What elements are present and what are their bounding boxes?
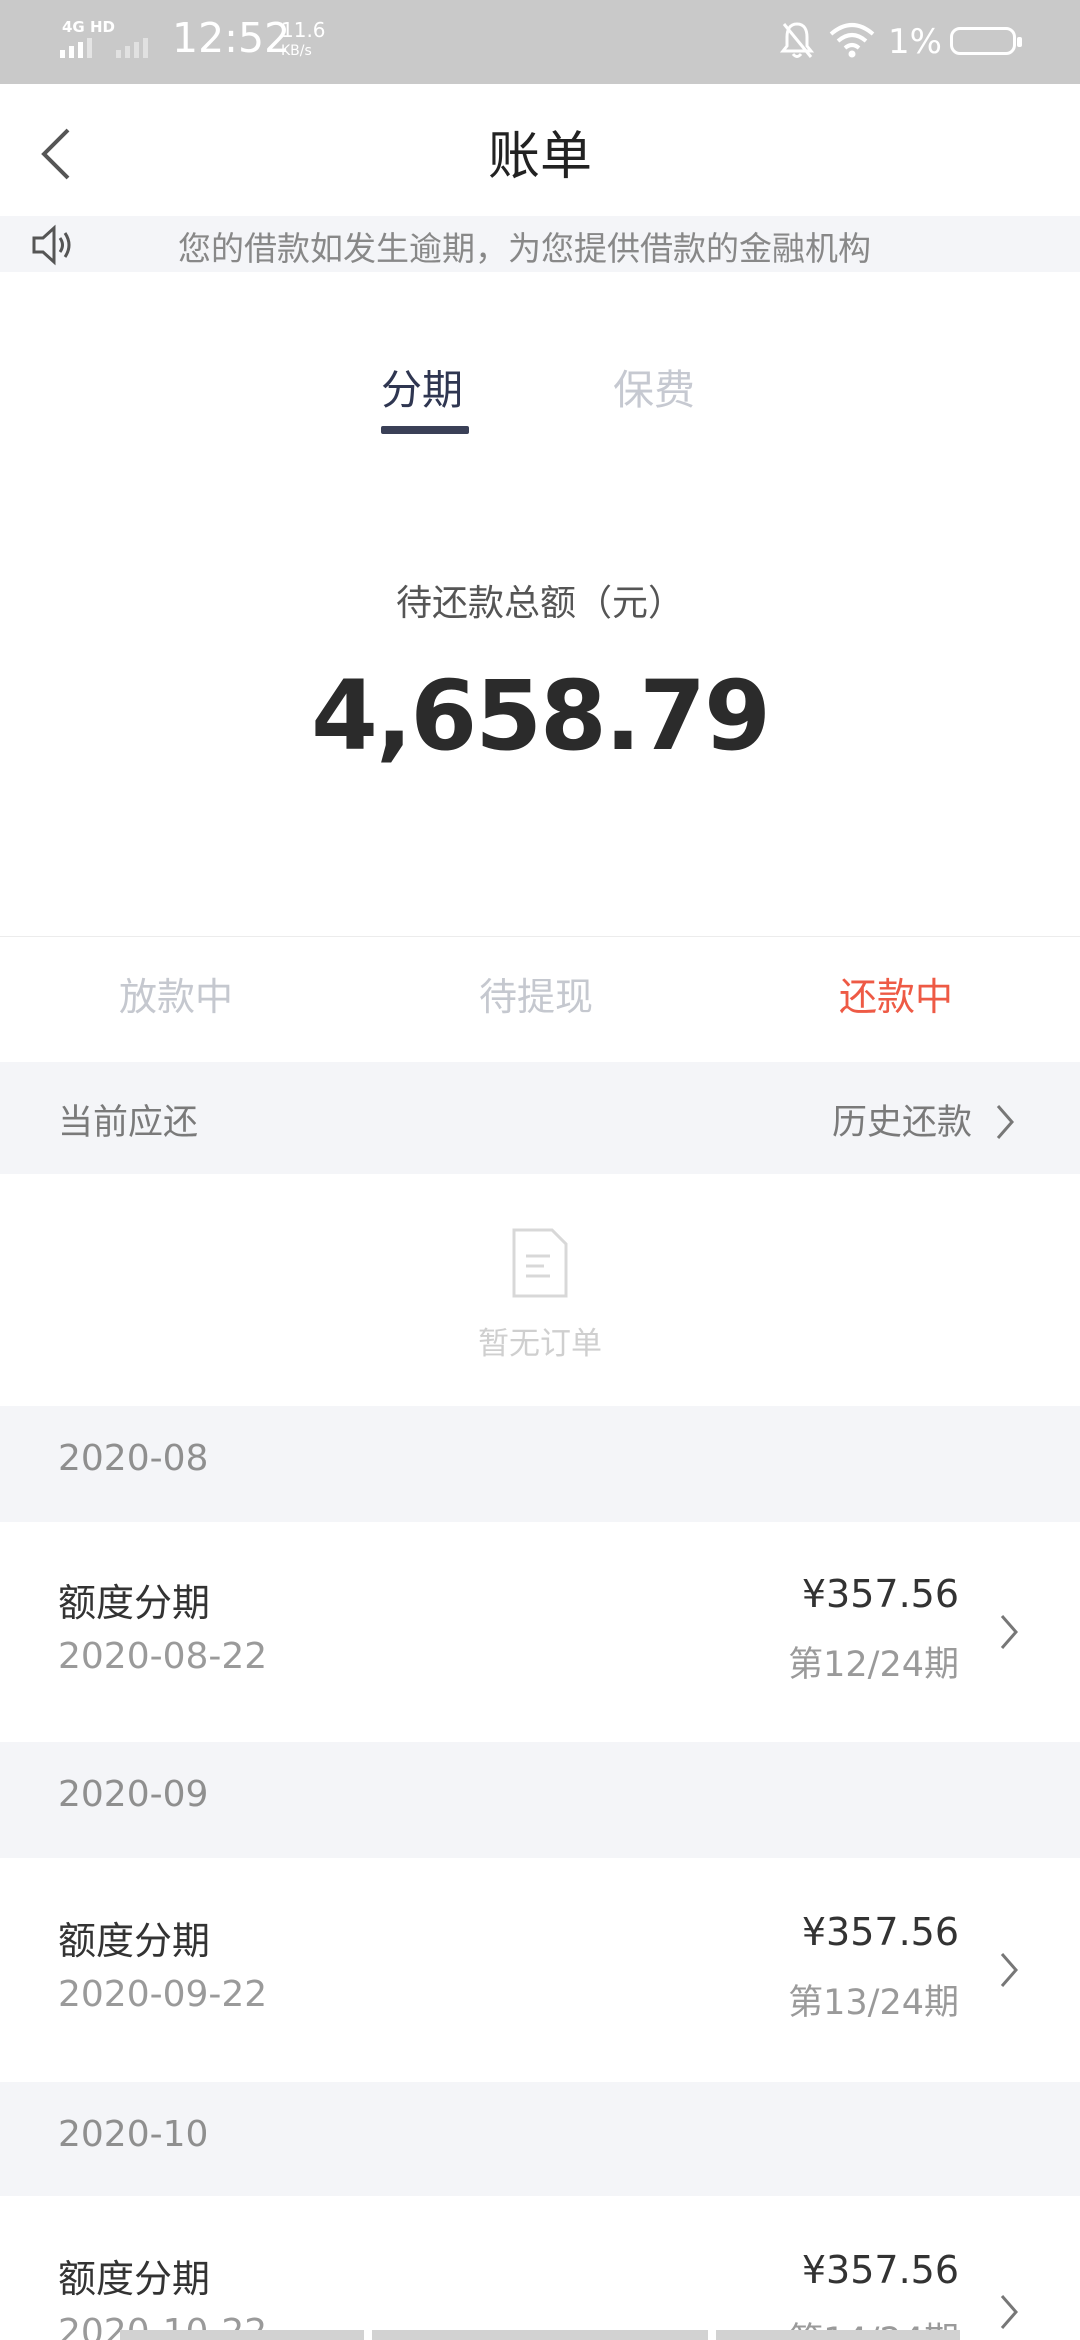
- chevron-right-icon: [996, 1105, 1014, 1139]
- empty-document-icon: [512, 1228, 568, 1298]
- bill-item-amount: ¥357.56: [801, 1572, 959, 1616]
- bill-item-date: 2020-08-22: [58, 1636, 268, 1677]
- notice-text: 您的借款如发生逾期，为您提供借款的金融机构: [178, 229, 871, 268]
- month-label: 2020-09: [58, 1774, 209, 1815]
- notice-marquee[interactable]: 您的借款如发生逾期，为您提供借款的金融机构: [0, 216, 1080, 272]
- month-header: 2020-10: [0, 2082, 1080, 2196]
- network-indicator: 4G HD: [62, 18, 115, 36]
- nav-header: 账单: [0, 84, 1080, 217]
- status-tab-disbursing[interactable]: 放款中: [119, 966, 233, 1021]
- battery-percent: 1%: [888, 22, 942, 62]
- history-repayment-label: 历史还款: [831, 1103, 972, 1143]
- tab-premium[interactable]: 保费: [613, 356, 695, 416]
- clock: 12:52: [172, 14, 291, 62]
- chevron-right-icon: [1000, 1953, 1018, 1987]
- current-due-label: 当前应还: [58, 1103, 199, 1143]
- wifi-icon: [829, 23, 875, 58]
- page-title: 账单: [487, 127, 592, 187]
- month-header: 2020-09: [0, 1742, 1080, 1858]
- total-due-amount: 4,658.79: [311, 660, 771, 772]
- network-speed-value: 11.6: [281, 18, 326, 42]
- gesture-bar-right: [716, 2330, 960, 2340]
- chevron-right-icon: [1000, 2295, 1018, 2329]
- status-tab-repaying[interactable]: 还款中: [839, 966, 953, 1021]
- bill-item-amount: ¥357.56: [801, 2248, 959, 2292]
- divider: [0, 936, 1080, 937]
- mute-bell-icon: [780, 22, 814, 58]
- bill-item-date: 2020-09-22: [58, 1974, 268, 2015]
- gesture-bar-left: [120, 2330, 364, 2340]
- status-tab-pending-withdrawal[interactable]: 待提现: [479, 966, 593, 1021]
- tab-active-indicator: [381, 426, 469, 434]
- bill-item[interactable]: 额度分期 2020-10-22 ¥357.56 第14/24期: [0, 2196, 1080, 2340]
- battery-icon: [950, 27, 1022, 55]
- gesture-bar-center: [372, 2330, 708, 2340]
- bill-item-period: 第13/24期: [788, 1983, 959, 2023]
- month-label: 2020-10: [58, 2114, 209, 2155]
- status-bar: 4G HD 12:52 11.6 KB/s 1%: [0, 0, 1080, 84]
- network-speed-unit: KB/s: [281, 43, 312, 59]
- empty-orders-text: 暂无订单: [478, 1326, 602, 1362]
- bill-item-period: 第12/24期: [788, 1645, 959, 1685]
- tab-installment[interactable]: 分期: [381, 356, 463, 416]
- total-due-label: 待还款总额（元）: [395, 583, 684, 624]
- signal-icon: [60, 38, 148, 58]
- bill-item-amount: ¥357.56: [801, 1910, 959, 1954]
- chevron-right-icon: [1000, 1615, 1018, 1649]
- network-speed: 11.6 KB/s: [281, 20, 326, 62]
- current-due-header: 当前应还 历史还款: [0, 1062, 1080, 1174]
- bill-item[interactable]: 额度分期 2020-09-22 ¥357.56 第13/24期: [0, 1858, 1080, 2082]
- bill-item-name: 额度分期: [58, 2257, 211, 2301]
- month-label: 2020-08: [58, 1438, 209, 1479]
- speaker-icon: [32, 224, 71, 266]
- month-header: 2020-08: [0, 1406, 1080, 1522]
- bill-item-name: 额度分期: [58, 1581, 211, 1625]
- bill-item-name: 额度分期: [58, 1919, 211, 1963]
- bill-item[interactable]: 额度分期 2020-08-22 ¥357.56 第12/24期: [0, 1522, 1080, 1742]
